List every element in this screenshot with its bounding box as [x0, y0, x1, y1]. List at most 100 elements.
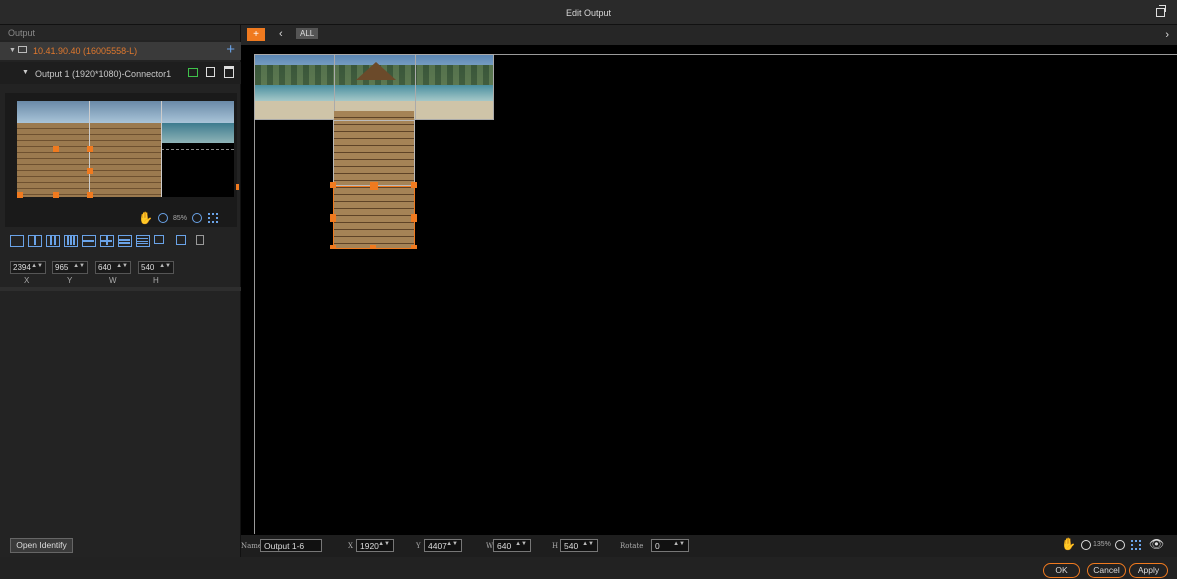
eye-icon[interactable]: 👁 — [1149, 537, 1164, 551]
device-row[interactable]: ▼ 10.41.90.40 (16005558-L) + — [0, 41, 241, 60]
w-field[interactable]: 640 ▲▼ — [95, 261, 131, 274]
h-value: 540 — [141, 263, 155, 272]
delete-icon[interactable] — [224, 66, 234, 78]
layout-rows-4-icon[interactable] — [136, 235, 150, 247]
resize-handle[interactable] — [17, 192, 23, 198]
panel-header: Output — [0, 25, 240, 40]
hand-icon[interactable]: ✋ — [138, 211, 153, 225]
resize-handle[interactable] — [53, 146, 59, 152]
resize-handle[interactable] — [87, 192, 93, 198]
selected-output[interactable] — [333, 186, 415, 249]
display-icon[interactable] — [188, 68, 198, 77]
window-title: Edit Output — [565, 8, 612, 18]
y-label: Y — [67, 276, 73, 285]
y-prop-input[interactable]: 4407 ▲▼ — [424, 539, 462, 552]
layout-rows-2-icon[interactable] — [82, 235, 96, 247]
resize-handle[interactable] — [53, 192, 59, 198]
layout-2-icon[interactable] — [28, 235, 42, 247]
layout-1-icon[interactable] — [10, 235, 24, 247]
resize-handle[interactable] — [411, 245, 417, 249]
x-prop-input[interactable]: 1920 ▲▼ — [356, 539, 394, 552]
resize-handle[interactable] — [411, 182, 417, 188]
output-name: Output 1 (1920*1080)-Connector1 — [35, 69, 172, 79]
preview-image — [17, 101, 234, 197]
layout-3-icon[interactable] — [46, 235, 60, 247]
trash-icon[interactable] — [196, 235, 204, 245]
resize-handle[interactable] — [411, 214, 417, 222]
overlap-icon[interactable] — [154, 235, 164, 244]
add-window-icon[interactable] — [176, 235, 186, 245]
forward-icon[interactable]: › — [1165, 29, 1169, 41]
divider — [0, 287, 241, 291]
preview-tools: ✋ 85% — [130, 211, 240, 227]
layout-rows-3-icon[interactable] — [118, 235, 132, 247]
w-value: 640 — [98, 263, 112, 272]
preview-zoom: 85% — [173, 215, 188, 222]
canvas-toolbar: + ‹ ALL › — [241, 25, 1177, 45]
device-name: 10.41.90.40 (16005558-L) — [33, 46, 138, 56]
rotate-input[interactable]: 0 ▲▼ — [651, 539, 689, 552]
w-prop-input[interactable]: 640 ▲▼ — [493, 539, 531, 552]
resize-handle[interactable] — [370, 182, 378, 190]
layout-4-icon[interactable] — [64, 235, 78, 247]
resize-handle[interactable] — [330, 182, 336, 188]
w-prop-value: 640 — [497, 541, 512, 551]
vertical-guide — [254, 54, 255, 534]
zoom-in-icon[interactable] — [1115, 540, 1125, 550]
zoom-in-icon[interactable] — [192, 213, 202, 223]
add-button[interactable]: + — [247, 28, 265, 41]
canvas-zoom: 135% — [1093, 541, 1111, 548]
zoom-out-icon[interactable] — [158, 213, 168, 223]
all-button[interactable]: ALL — [296, 28, 319, 39]
y-prop-label: Y — [416, 542, 421, 550]
output-panel: Output ▼ 10.41.90.40 (16005558-L) + ▼ Ou… — [0, 25, 241, 557]
fit-icon[interactable] — [1131, 540, 1141, 550]
hand-icon[interactable]: ✋ — [1061, 537, 1076, 551]
w-label: W — [109, 276, 117, 285]
x-label: X — [24, 276, 30, 285]
edit-canvas[interactable] — [241, 45, 1177, 535]
restore-icon[interactable] — [1156, 5, 1166, 17]
resize-handle[interactable] — [330, 245, 336, 249]
fit-icon[interactable] — [208, 213, 218, 223]
canvas-view-tools: ✋ 135% 👁 — [1061, 537, 1171, 553]
resize-handle[interactable] — [330, 214, 336, 222]
resize-handle[interactable] — [87, 168, 93, 174]
ok-button[interactable]: OK — [1043, 563, 1080, 578]
properties-bar: Name Output 1-6 X 1920 ▲▼ Y 4407 ▲▼ W 640 ▲… — [241, 535, 1177, 557]
name-input[interactable]: Output 1-6 — [260, 539, 322, 552]
name-label: Name — [241, 542, 263, 550]
x-value: 2394 — [13, 263, 31, 272]
layout-grid-icon[interactable] — [100, 235, 114, 247]
edit-icon[interactable] — [206, 67, 215, 77]
x-field[interactable]: 2394 ▲▼ — [10, 261, 46, 274]
resize-handle[interactable] — [87, 146, 93, 152]
open-identify-button[interactable]: Open Identify — [10, 538, 73, 553]
h-label: H — [153, 276, 159, 285]
resize-handle[interactable] — [370, 245, 376, 249]
zoom-out-icon[interactable] — [1081, 540, 1091, 550]
monitor-icon — [18, 46, 27, 53]
expand-icon[interactable]: ▼ — [9, 47, 16, 54]
rotate-label: Rotate — [620, 542, 644, 550]
resize-handle[interactable] — [236, 184, 239, 190]
x-prop-value: 1920 — [360, 541, 379, 551]
h-prop-label: H — [552, 542, 559, 550]
add-output-icon[interactable]: + — [226, 41, 235, 58]
h-prop-value: 540 — [564, 541, 579, 551]
x-prop-label: X — [348, 542, 353, 550]
apply-button[interactable]: Apply — [1129, 563, 1168, 578]
title-bar: Edit Output — [0, 0, 1177, 25]
y-value: 965 — [55, 263, 69, 272]
y-prop-value: 4407 — [428, 541, 447, 551]
h-prop-input[interactable]: 540 ▲▼ — [560, 539, 598, 552]
output-preview[interactable] — [5, 93, 239, 227]
output-tile[interactable] — [333, 120, 415, 186]
rotate-value: 0 — [655, 541, 660, 551]
y-field[interactable]: 965 ▲▼ — [52, 261, 88, 274]
h-field[interactable]: 540 ▲▼ — [138, 261, 174, 274]
back-icon[interactable]: ‹ — [279, 28, 283, 40]
collapse-icon[interactable]: ▼ — [22, 69, 29, 76]
cancel-button[interactable]: Cancel — [1087, 563, 1126, 578]
output-row[interactable]: ▼ Output 1 (1920*1080)-Connector1 — [0, 62, 241, 84]
